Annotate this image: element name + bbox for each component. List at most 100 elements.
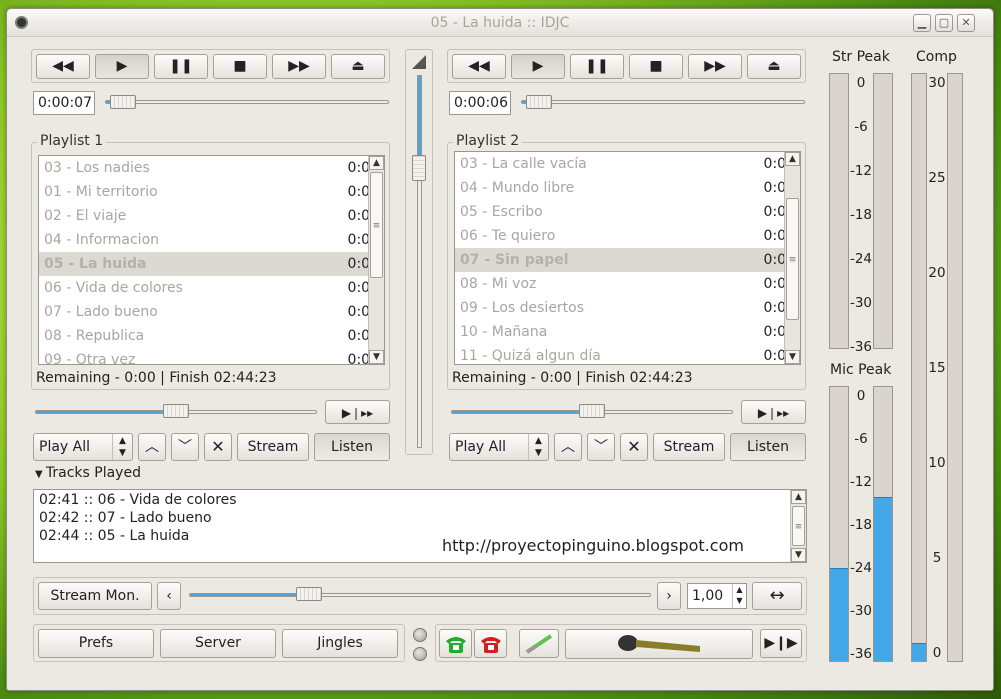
server-button[interactable]: Server	[160, 629, 276, 658]
player-2-volume-knob[interactable]	[579, 404, 605, 418]
stop-button[interactable]: ■	[629, 54, 683, 79]
scroll-down-icon[interactable]: ▼	[785, 350, 800, 364]
scroll-up-icon[interactable]: ▲	[791, 490, 806, 504]
playlist-1-title: Playlist 1	[37, 133, 107, 149]
scroll-thumb[interactable]: ≡	[370, 172, 383, 278]
player-2-move-down-button[interactable]: ﹀	[587, 433, 615, 461]
playlist-row[interactable]: 04 - Mundo libre 0:00	[455, 176, 800, 200]
play-skip-icon: ▶❙▶	[764, 635, 798, 651]
player-1-stream-button[interactable]: Stream	[237, 433, 309, 461]
scroll-thumb[interactable]: ≡	[786, 198, 799, 320]
title-bar[interactable]: 05 - La huida :: IDJC ▁ ▢ ✕	[7, 9, 993, 37]
playlist-row[interactable]: 04 - Informacion 0:00	[39, 228, 384, 252]
eject-button[interactable]: ⏏	[331, 54, 385, 79]
playlist-row[interactable]: 07 - Sin papel 0:00	[455, 248, 800, 272]
player-2-move-up-button[interactable]: ︿	[554, 433, 582, 461]
player-1-remove-button[interactable]: ✕	[204, 433, 232, 461]
player-2-seek-slider[interactable]	[521, 100, 805, 104]
str-peak-meter-left	[829, 73, 849, 349]
play-button[interactable]: ▶	[511, 54, 565, 79]
playlist-row[interactable]: 08 - Republica 0:00	[39, 324, 384, 348]
track-title: 06 - Vida de colores	[44, 280, 183, 296]
player-2-seek-knob[interactable]	[526, 95, 553, 109]
next-button[interactable]: ▶▶	[272, 54, 326, 79]
playlist-row[interactable]: 02 - El viaje 0:00	[39, 204, 384, 228]
playlist-2-scrollbar[interactable]: ▲ ≡ ▼	[784, 152, 800, 364]
player-2-listen-button[interactable]: Listen	[730, 433, 806, 461]
scroll-down-icon[interactable]: ▼	[369, 350, 384, 364]
meter-scale-label: -30	[849, 603, 873, 619]
player-2-remove-button[interactable]: ✕	[620, 433, 648, 461]
tracks-played-list[interactable]: 02:41 :: 06 - Vida de colores 02:42 :: 07…	[33, 489, 807, 563]
playlist-row[interactable]: 03 - La calle vacía 0:00	[455, 152, 800, 176]
meter-scale-label: -18	[849, 517, 873, 533]
player-1-seek-knob[interactable]	[110, 95, 137, 109]
player-1-volume-knob[interactable]	[163, 404, 189, 418]
chevron-right-icon: ›	[666, 588, 672, 604]
player-1-move-down-button[interactable]: ﹀	[171, 433, 199, 461]
announce-button[interactable]: ▶❙▶	[760, 629, 802, 658]
playlist-row[interactable]: 11 - Quizá algun día 0:00	[455, 344, 800, 364]
minimize-button[interactable]: ▁	[913, 14, 931, 32]
playlist-row[interactable]: 10 - Mañana 0:00	[455, 320, 800, 344]
stream-monitor-button[interactable]: Stream Mon.	[38, 582, 152, 610]
phone-public-button[interactable]	[439, 629, 472, 658]
player-2-stream-button[interactable]: Stream	[653, 433, 725, 461]
crossfader-slider[interactable]	[189, 593, 651, 597]
meter-scale-label: 25	[928, 170, 946, 186]
playlist-row[interactable]: 07 - Lado bueno 0:00	[39, 300, 384, 324]
pause-button[interactable]: ❚❚	[570, 54, 624, 79]
previous-button[interactable]: ◀◀	[36, 54, 90, 79]
playlist-row[interactable]: 06 - Vida de colores 0:00	[39, 276, 384, 300]
next-button[interactable]: ▶▶	[688, 54, 742, 79]
master-volume-knob[interactable]	[412, 155, 426, 182]
tracks-played-row: 02:42 :: 07 - Lado bueno	[39, 510, 212, 526]
meter-scale-label: -6	[854, 119, 868, 135]
playlist-row[interactable]: 01 - Mi territorio 0:00	[39, 180, 384, 204]
playlist-row[interactable]: 03 - Los nadies 0:00	[39, 156, 384, 180]
meter-scale-label: -24	[849, 251, 873, 267]
playlist-row[interactable]: 05 - Escribo 0:00	[455, 200, 800, 224]
play-button[interactable]: ▶	[95, 54, 149, 79]
voip-button[interactable]	[519, 629, 559, 658]
tracks-played-expander[interactable]: ▼ Tracks Played	[35, 465, 141, 481]
scroll-thumb[interactable]: ≡	[792, 506, 805, 546]
player-1-advance-button[interactable]: ▶❘▸▸	[325, 400, 390, 424]
jingles-button[interactable]: Jingles	[282, 629, 398, 658]
phone-private-button[interactable]	[474, 629, 507, 658]
microphone-button[interactable]	[565, 629, 753, 659]
player-1-seek-slider[interactable]	[105, 100, 389, 104]
playlist-row[interactable]: 09 - Otra vez 0:00	[39, 348, 384, 364]
stop-button[interactable]: ■	[213, 54, 267, 79]
crossfade-left-button[interactable]: ‹	[157, 582, 181, 610]
scroll-up-icon[interactable]: ▲	[369, 156, 384, 170]
player-1-mode-select[interactable]: Play All ▲ ▼	[33, 433, 133, 461]
playlist-2[interactable]: 03 - La calle vacía 0:00 04 - Mundo libre 0…	[454, 151, 801, 365]
playlist-row[interactable]: 05 - La huida 0:00	[39, 252, 384, 276]
close-button[interactable]: ✕	[957, 14, 975, 32]
playlist-row[interactable]: 09 - Los desiertos 0:00	[455, 296, 800, 320]
scroll-up-icon[interactable]: ▲	[785, 152, 800, 166]
player-2-advance-button[interactable]: ▶❘▸▸	[741, 400, 806, 424]
maximize-button[interactable]: ▢	[935, 14, 953, 32]
crossfade-pattern-button[interactable]: ↔	[752, 582, 802, 610]
previous-button[interactable]: ◀◀	[452, 54, 506, 79]
player-2-mode-select[interactable]: Play All ▲ ▼	[449, 433, 549, 461]
crossfade-time-spin[interactable]: 1,00 ▲ ▼	[687, 583, 747, 609]
playlist-1-scrollbar[interactable]: ▲ ≡ ▼	[368, 156, 384, 364]
crossfader-knob[interactable]	[296, 587, 323, 601]
meter-scale-label: 5	[932, 550, 942, 566]
playlist-row[interactable]: 08 - Mi voz 0:00	[455, 272, 800, 296]
player-1-listen-button[interactable]: Listen	[314, 433, 390, 461]
tracks-played-scrollbar[interactable]: ▲ ≡ ▼	[790, 490, 806, 562]
scroll-down-icon[interactable]: ▼	[791, 548, 806, 562]
idjc-window: 05 - La huida :: IDJC ▁ ▢ ✕ ◀◀ ▶ ❚❚ ■ ▶▶…	[6, 8, 994, 691]
eject-button[interactable]: ⏏	[747, 54, 801, 79]
master-volume-slider[interactable]	[417, 75, 422, 448]
pause-button[interactable]: ❚❚	[154, 54, 208, 79]
player-1-move-up-button[interactable]: ︿	[138, 433, 166, 461]
playlist-1[interactable]: 03 - Los nadies 0:00 01 - Mi territorio 0:0…	[38, 155, 385, 365]
playlist-row[interactable]: 06 - Te quiero 0:00	[455, 224, 800, 248]
prefs-button[interactable]: Prefs	[38, 629, 154, 658]
crossfade-right-button[interactable]: ›	[657, 582, 681, 610]
